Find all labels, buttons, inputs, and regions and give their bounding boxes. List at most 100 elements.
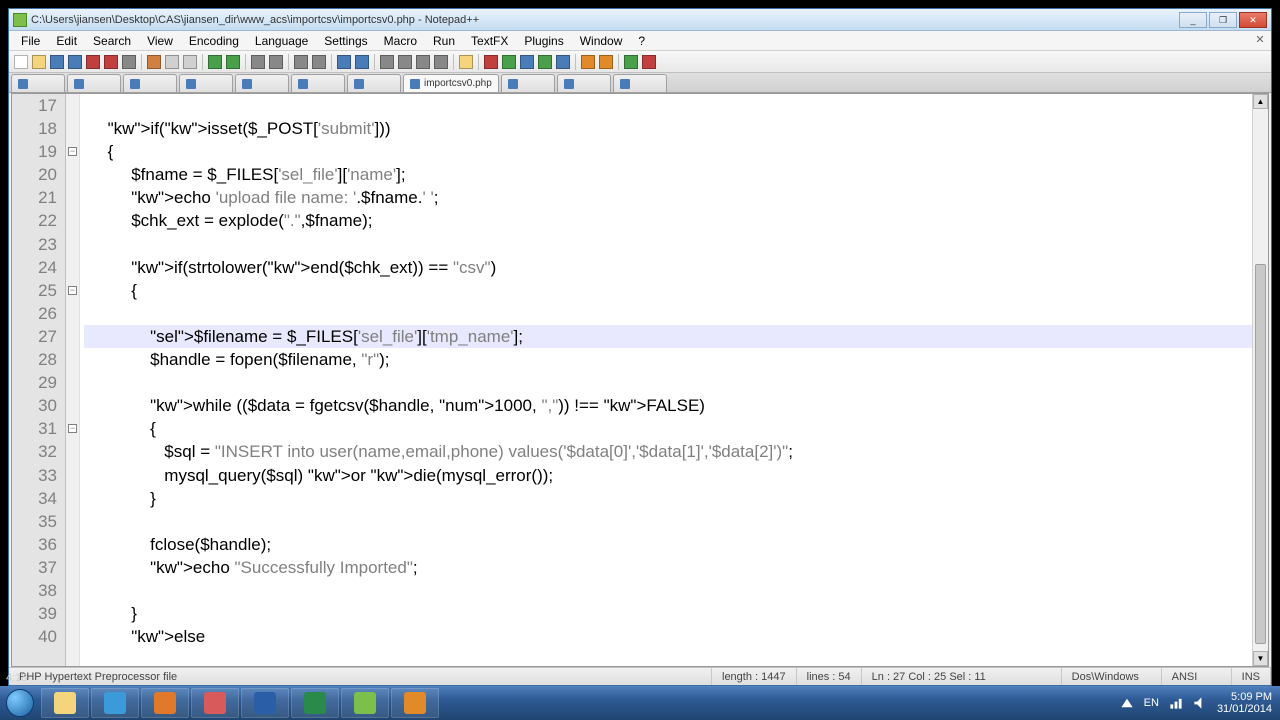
tab-5[interactable] — [291, 74, 345, 92]
code-line-32[interactable]: $sql = "INSERT into user(name,email,phon… — [84, 440, 1252, 463]
code-line-24[interactable]: "kw">if(strtolower("kw">end($chk_ext)) =… — [84, 256, 1252, 279]
tab-0[interactable] — [11, 74, 65, 92]
code-line-28[interactable]: $handle = fopen($filename, "r"); — [84, 348, 1252, 371]
tab-8[interactable] — [501, 74, 555, 92]
taskbar-vlc[interactable] — [391, 688, 439, 718]
code-line-33[interactable]: mysql_query($sql) "kw">or "kw">die(mysql… — [84, 464, 1252, 487]
rec-button[interactable] — [483, 54, 499, 70]
tab-7[interactable]: importcsv0.php — [403, 74, 499, 92]
code-line-17[interactable] — [84, 94, 1252, 117]
paste-button[interactable] — [182, 54, 198, 70]
wrap-button[interactable] — [379, 54, 395, 70]
tab-4[interactable] — [235, 74, 289, 92]
taskbar-firefox[interactable] — [141, 688, 189, 718]
code-line-23[interactable] — [84, 233, 1252, 256]
close-button[interactable] — [85, 54, 101, 70]
open-button[interactable] — [31, 54, 47, 70]
system-tray[interactable]: EN 5:09 PM 31/01/2014 — [1112, 691, 1280, 715]
close-all-button[interactable] — [103, 54, 119, 70]
new-button[interactable] — [13, 54, 29, 70]
menu-search[interactable]: Search — [85, 32, 139, 50]
maximize-button[interactable]: ❐ — [1209, 12, 1237, 28]
fold-toggle[interactable]: − — [68, 424, 77, 433]
titlebar[interactable]: C:\Users\jiansen\Desktop\CAS\jiansen_dir… — [9, 9, 1271, 31]
code-line-21[interactable]: "kw">echo 'upload file name: '.$fname.' … — [84, 186, 1252, 209]
cmp2-button[interactable] — [641, 54, 657, 70]
code-line-40[interactable]: "kw">else — [84, 625, 1252, 648]
zoom-out-button[interactable] — [311, 54, 327, 70]
menu-macro[interactable]: Macro — [376, 32, 425, 50]
fold-toggle[interactable]: − — [68, 286, 77, 295]
menu-textfx[interactable]: TextFX — [463, 32, 516, 50]
code-line-39[interactable]: } — [84, 602, 1252, 625]
tab-3[interactable] — [179, 74, 233, 92]
cut-button[interactable] — [146, 54, 162, 70]
taskbar-snip[interactable] — [191, 688, 239, 718]
play-multi-button[interactable] — [537, 54, 553, 70]
tab-10[interactable] — [613, 74, 667, 92]
tab-2[interactable] — [123, 74, 177, 92]
indent-guide-button[interactable] — [415, 54, 431, 70]
taskbar-excel[interactable] — [291, 688, 339, 718]
menu-language[interactable]: Language — [247, 32, 316, 50]
tab-9[interactable] — [557, 74, 611, 92]
code-line-27[interactable]: "sel">$filename = $_FILES['sel_file']['t… — [84, 325, 1252, 348]
redo-button[interactable] — [225, 54, 241, 70]
volume-icon[interactable] — [1193, 696, 1207, 710]
tab-6[interactable] — [347, 74, 401, 92]
scroll-down-arrow[interactable]: ▼ — [1253, 651, 1268, 666]
menu-window[interactable]: Window — [572, 32, 631, 50]
minimize-button[interactable]: _ — [1179, 12, 1207, 28]
replace-button[interactable] — [268, 54, 284, 70]
taskbar-ie[interactable] — [91, 688, 139, 718]
code-line-22[interactable]: $chk_ext = explode(".",$fname); — [84, 209, 1252, 232]
close-tab-x[interactable]: ✕ — [1253, 33, 1267, 47]
copy-button[interactable] — [164, 54, 180, 70]
code-line-36[interactable]: fclose($handle); — [84, 533, 1252, 556]
menu-run[interactable]: Run — [425, 32, 463, 50]
menu-file[interactable]: File — [13, 32, 48, 50]
network-icon[interactable] — [1169, 696, 1183, 710]
taskbar-notepadpp[interactable] — [341, 688, 389, 718]
save-macro-button[interactable] — [555, 54, 571, 70]
code-line-29[interactable] — [84, 371, 1252, 394]
vertical-scrollbar[interactable]: ▲ ▼ — [1252, 94, 1268, 666]
stop-button[interactable] — [519, 54, 535, 70]
lang-button[interactable] — [433, 54, 449, 70]
outdent-button[interactable] — [580, 54, 596, 70]
code-line-19[interactable]: { — [84, 140, 1252, 163]
menu-?[interactable]: ? — [630, 32, 653, 50]
menu-plugins[interactable]: Plugins — [516, 32, 571, 50]
close-button[interactable]: ✕ — [1239, 12, 1267, 28]
menu-view[interactable]: View — [139, 32, 181, 50]
menu-settings[interactable]: Settings — [316, 32, 375, 50]
code-area[interactable]: "kw">if("kw">isset($_POST['submit'])) { … — [80, 94, 1252, 666]
tray-up-icon[interactable] — [1120, 696, 1134, 710]
indent-button[interactable] — [598, 54, 614, 70]
cmp1-button[interactable] — [623, 54, 639, 70]
sync-v-button[interactable] — [336, 54, 352, 70]
scroll-up-arrow[interactable]: ▲ — [1253, 94, 1268, 109]
tray-lang[interactable]: EN — [1144, 697, 1159, 709]
taskbar-explorer[interactable] — [41, 688, 89, 718]
folder-button[interactable] — [458, 54, 474, 70]
code-line-18[interactable]: "kw">if("kw">isset($_POST['submit'])) — [84, 117, 1252, 140]
fold-column[interactable]: −−− — [66, 94, 80, 666]
undo-button[interactable] — [207, 54, 223, 70]
start-button[interactable] — [0, 686, 40, 720]
scroll-thumb[interactable] — [1255, 264, 1266, 644]
code-line-25[interactable]: { — [84, 279, 1252, 302]
menu-edit[interactable]: Edit — [48, 32, 85, 50]
code-line-31[interactable]: { — [84, 417, 1252, 440]
print-button[interactable] — [121, 54, 137, 70]
taskbar-word[interactable] — [241, 688, 289, 718]
tray-clock[interactable]: 5:09 PM 31/01/2014 — [1217, 691, 1272, 715]
code-line-34[interactable]: } — [84, 487, 1252, 510]
code-line-20[interactable]: $fname = $_FILES['sel_file']['name']; — [84, 163, 1252, 186]
play-button[interactable] — [501, 54, 517, 70]
menu-encoding[interactable]: Encoding — [181, 32, 247, 50]
sync-h-button[interactable] — [354, 54, 370, 70]
code-line-26[interactable] — [84, 302, 1252, 325]
find-button[interactable] — [250, 54, 266, 70]
code-line-30[interactable]: "kw">while (($data = fgetcsv($handle, "n… — [84, 394, 1252, 417]
